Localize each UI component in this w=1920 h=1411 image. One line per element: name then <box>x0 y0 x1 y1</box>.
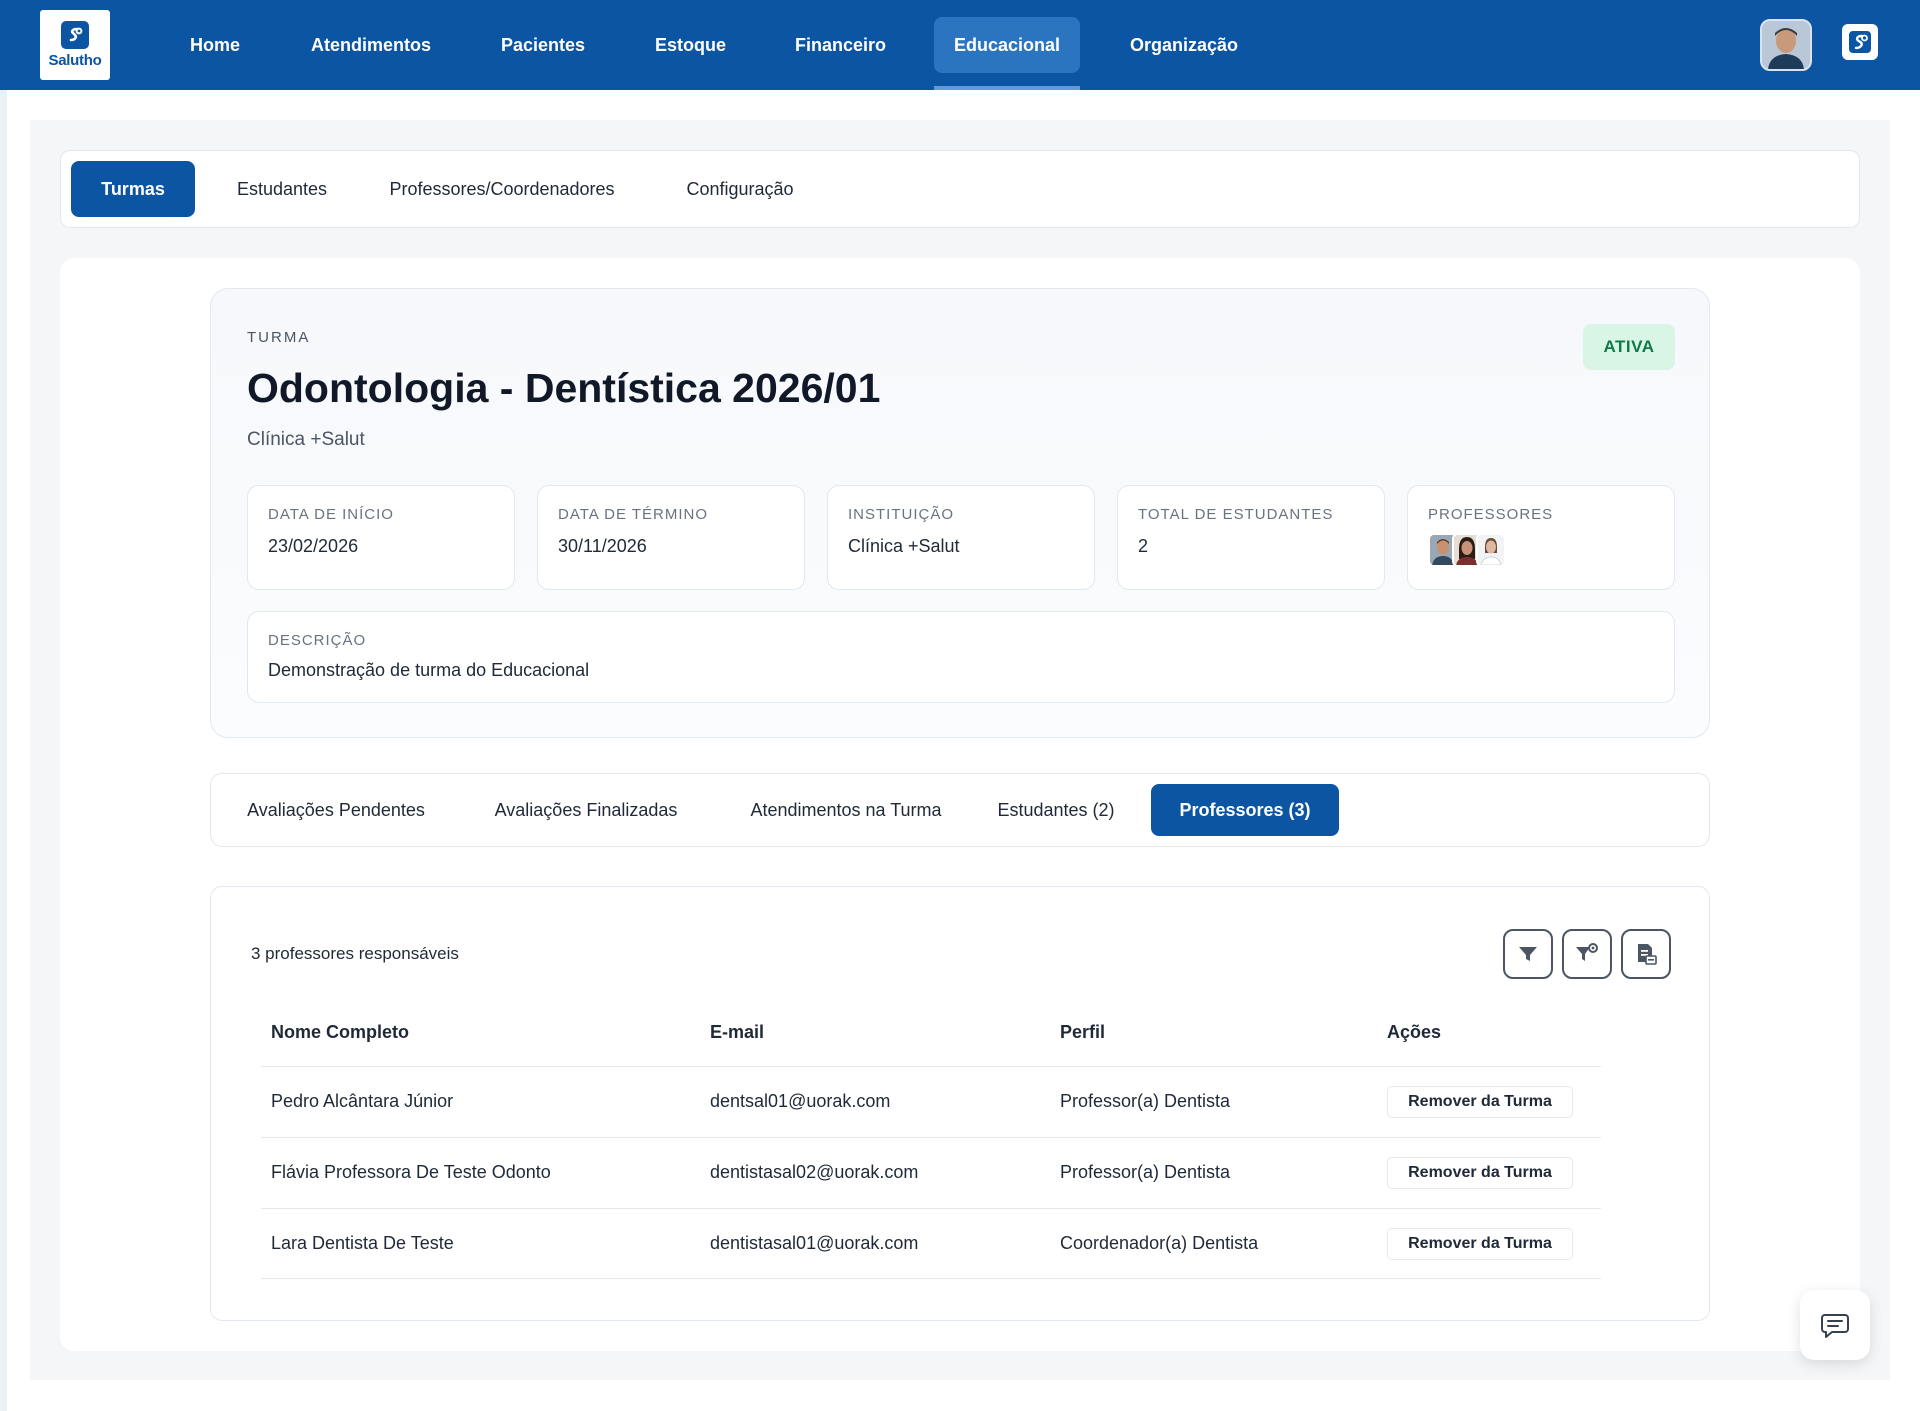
chat-icon <box>1821 1314 1849 1338</box>
salutho-logo[interactable]: Salutho <box>40 10 110 80</box>
info-institution: INSTITUIÇÃO Clínica +Salut <box>827 485 1095 590</box>
cell-profile: Professor(a) Dentista <box>1060 1162 1231 1182</box>
cell-email: dentistasal02@uorak.com <box>710 1162 919 1182</box>
educacional-subnav: Turmas Estudantes Professores/Coordenado… <box>60 150 1860 228</box>
nav-organizacao[interactable]: Organização <box>1110 17 1258 73</box>
remove-from-class-button[interactable]: Remover da Turma <box>1387 1157 1573 1189</box>
status-badge: ATIVA <box>1583 324 1675 370</box>
info-value: Clínica +Salut <box>848 536 960 556</box>
cell-name: Flávia Professora De Teste Odonto <box>271 1162 551 1182</box>
export-icon <box>1638 944 1657 965</box>
description-text: Demonstração de turma do Educacional <box>268 660 590 680</box>
professor-avatar[interactable] <box>1476 533 1506 567</box>
info-label: DATA DE INÍCIO <box>268 506 394 523</box>
info-value: 30/11/2026 <box>558 536 647 556</box>
remove-from-class-button[interactable]: Remover da Turma <box>1387 1086 1573 1118</box>
top-navbar: Salutho Home Atendimentos Pacientes Esto… <box>0 0 1920 90</box>
info-value: 23/02/2026 <box>268 536 359 556</box>
app-switcher-icon[interactable] <box>1842 24 1878 60</box>
table-row: Lara Dentista De Teste dentistasal01@uor… <box>261 1208 1601 1279</box>
export-button[interactable] <box>1621 929 1671 979</box>
left-gutter <box>0 90 7 1411</box>
subtab-configuracao[interactable]: Configuração <box>665 161 815 217</box>
cell-profile: Professor(a) Dentista <box>1060 1091 1231 1111</box>
turma-section-label: TURMA <box>247 329 311 346</box>
info-label: TOTAL DE ESTUDANTES <box>1138 506 1334 523</box>
remove-from-class-button[interactable]: Remover da Turma <box>1387 1228 1573 1260</box>
logo-text: Salutho <box>48 52 102 69</box>
filter-icon <box>1519 947 1537 961</box>
turma-summary-card: TURMA Odontologia - Dentística 2026/01 C… <box>210 288 1710 738</box>
subtab-estudantes[interactable]: Estudantes <box>225 161 339 217</box>
logo-mark-icon <box>61 21 89 49</box>
column-header-actions: Ações <box>1387 1022 1442 1042</box>
nav-estoque[interactable]: Estoque <box>635 17 746 73</box>
info-value: 2 <box>1138 536 1149 556</box>
turma-title: Odontologia - Dentística 2026/01 <box>247 365 881 411</box>
subtab-turmas[interactable]: Turmas <box>71 161 195 217</box>
turma-subtitle: Clínica +Salut <box>247 429 365 450</box>
info-label: DATA DE TÉRMINO <box>558 506 709 523</box>
nav-atendimentos[interactable]: Atendimentos <box>291 17 451 73</box>
filter-settings-icon <box>1576 943 1598 961</box>
professors-table-card: 3 professores responsáveis Nome Completo… <box>210 886 1710 1321</box>
cell-email: dentsal01@uorak.com <box>710 1091 891 1111</box>
filter-settings-button[interactable] <box>1562 929 1612 979</box>
info-label: PROFESSORES <box>1428 506 1554 523</box>
info-label: INSTITUIÇÃO <box>848 506 955 523</box>
filter-button[interactable] <box>1503 929 1553 979</box>
info-start-date: DATA DE INÍCIO 23/02/2026 <box>247 485 515 590</box>
nav-pacientes[interactable]: Pacientes <box>481 17 605 73</box>
professors-count: 3 professores responsáveis <box>251 944 459 963</box>
active-nav-indicator <box>934 86 1080 90</box>
info-total-students: TOTAL DE ESTUDANTES 2 <box>1117 485 1385 590</box>
nav-educacional[interactable]: Educacional <box>934 17 1080 73</box>
professor-avatar-stack <box>1428 533 1506 567</box>
column-header-email[interactable]: E-mail <box>710 1022 764 1043</box>
nav-home[interactable]: Home <box>170 17 260 73</box>
cell-profile: Coordenador(a) Dentista <box>1060 1233 1259 1253</box>
chat-button[interactable] <box>1800 1290 1870 1360</box>
tab-avaliacoes-finalizadas[interactable]: Avaliações Finalizadas <box>461 784 711 836</box>
tab-professores[interactable]: Professores (3) <box>1151 784 1339 836</box>
info-professors: PROFESSORES <box>1407 485 1675 590</box>
tab-avaliacoes-pendentes[interactable]: Avaliações Pendentes <box>231 784 441 836</box>
column-header-name[interactable]: Nome Completo <box>271 1022 409 1043</box>
nav-financeiro[interactable]: Financeiro <box>775 17 906 73</box>
subtab-professores-coordenadores[interactable]: Professores/Coordenadores <box>369 161 635 217</box>
cell-name: Lara Dentista De Teste <box>271 1233 454 1253</box>
cell-email: dentistasal01@uorak.com <box>710 1233 919 1253</box>
description-box: DESCRIÇÃO Demonstração de turma do Educa… <box>247 611 1675 703</box>
tab-estudantes[interactable]: Estudantes (2) <box>981 784 1131 836</box>
tab-atendimentos-na-turma[interactable]: Atendimentos na Turma <box>731 784 961 836</box>
user-avatar[interactable] <box>1760 19 1812 71</box>
cell-name: Pedro Alcântara Júnior <box>271 1091 454 1111</box>
table-row: Flávia Professora De Teste Odonto dentis… <box>261 1137 1601 1208</box>
turma-detail-tabs: Avaliações Pendentes Avaliações Finaliza… <box>210 773 1710 847</box>
description-label: DESCRIÇÃO <box>268 632 367 649</box>
column-header-profile[interactable]: Perfil <box>1060 1022 1105 1043</box>
table-row: Pedro Alcântara Júnior dentsal01@uorak.c… <box>261 1066 1601 1137</box>
info-end-date: DATA DE TÉRMINO 30/11/2026 <box>537 485 805 590</box>
